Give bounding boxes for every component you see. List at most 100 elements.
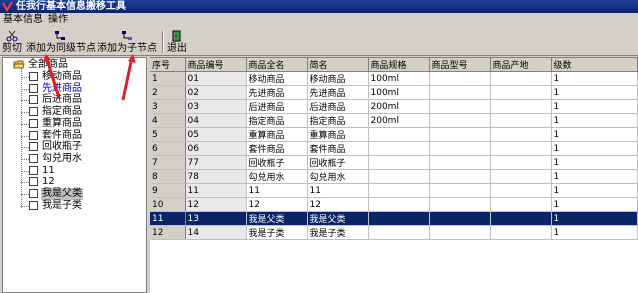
table-cell[interactable]: 后进商品 xyxy=(246,99,308,114)
table-cell[interactable] xyxy=(490,127,552,142)
table-cell[interactable] xyxy=(429,127,491,142)
table-cell[interactable] xyxy=(368,183,430,198)
table-cell[interactable]: 01 xyxy=(185,71,247,86)
table-cell[interactable] xyxy=(368,211,430,226)
table-cell[interactable]: 1 xyxy=(551,71,638,86)
table-cell[interactable]: 套件商品 xyxy=(307,141,369,156)
table-cell[interactable] xyxy=(429,99,491,114)
row-number-cell[interactable]: 7 xyxy=(150,155,186,170)
table-cell[interactable]: 200ml xyxy=(368,99,430,114)
row-number-cell[interactable]: 4 xyxy=(150,113,186,128)
table-cell[interactable] xyxy=(429,113,491,128)
table-cell[interactable]: 03 xyxy=(185,99,247,114)
table-cell[interactable] xyxy=(490,113,552,128)
table-cell[interactable] xyxy=(429,197,491,212)
row-number-cell[interactable]: 5 xyxy=(150,127,186,142)
table-cell[interactable]: 回收瓶子 xyxy=(307,155,369,170)
table-cell[interactable]: 14 xyxy=(185,225,247,240)
table-cell[interactable] xyxy=(490,197,552,212)
table-cell[interactable]: 回收瓶子 xyxy=(246,155,308,170)
table-cell[interactable] xyxy=(490,211,552,226)
table-cell[interactable]: 02 xyxy=(185,85,247,100)
row-number-cell[interactable]: 2 xyxy=(150,85,186,100)
column-header[interactable]: 商品规格 xyxy=(368,58,430,72)
table-cell[interactable] xyxy=(429,169,491,184)
table-row[interactable]: 10 12 12 12 1 xyxy=(150,197,638,212)
table-cell[interactable] xyxy=(429,155,491,170)
table-cell[interactable] xyxy=(490,169,552,184)
table-cell[interactable] xyxy=(429,85,491,100)
table-row[interactable]: 1 01 移动商品 移动商品 100ml 1 xyxy=(150,71,638,86)
table-cell[interactable] xyxy=(368,197,430,212)
table-cell[interactable]: 04 xyxy=(185,113,247,128)
table-cell[interactable]: 06 xyxy=(185,141,247,156)
table-cell[interactable] xyxy=(429,141,491,156)
table-row[interactable]: 12 14 我是子类 我是子类 1 xyxy=(150,225,638,240)
table-row[interactable]: 11 13 我是父类 我是父类 1 xyxy=(150,211,638,226)
table-cell[interactable] xyxy=(490,99,552,114)
table-cell[interactable] xyxy=(429,71,491,86)
table-cell[interactable] xyxy=(490,155,552,170)
table-cell[interactable] xyxy=(490,85,552,100)
row-number-cell[interactable]: 10 xyxy=(150,197,186,212)
row-number-cell[interactable]: 9 xyxy=(150,183,186,198)
table-cell[interactable]: 勾兑用水 xyxy=(246,169,308,184)
menu-basic-info[interactable]: 基本信息 xyxy=(3,13,43,27)
table-cell[interactable]: 先进商品 xyxy=(307,85,369,100)
table-cell[interactable]: 1 xyxy=(551,99,638,114)
table-cell[interactable]: 1 xyxy=(551,183,638,198)
table-cell[interactable]: 我是父类 xyxy=(307,211,369,226)
row-number-cell[interactable]: 8 xyxy=(150,169,186,184)
row-number-cell[interactable]: 6 xyxy=(150,141,186,156)
table-cell[interactable]: 1 xyxy=(551,85,638,100)
table-cell[interactable]: 勾兑用水 xyxy=(307,169,369,184)
table-row[interactable]: 6 06 套件商品 套件商品 1 xyxy=(150,141,638,156)
table-cell[interactable]: 1 xyxy=(551,225,638,240)
table-cell[interactable] xyxy=(490,183,552,198)
column-header[interactable]: 简名 xyxy=(307,58,369,72)
table-cell[interactable]: 100ml xyxy=(368,85,430,100)
table-cell[interactable]: 1 xyxy=(551,197,638,212)
table-cell[interactable]: 移动商品 xyxy=(246,71,308,86)
table-cell[interactable]: 1 xyxy=(551,169,638,184)
row-number-cell[interactable]: 11 xyxy=(150,211,186,226)
table-cell[interactable] xyxy=(368,155,430,170)
add-child-node-button[interactable]: 添加为子节点 xyxy=(96,29,158,54)
row-number-cell[interactable]: 12 xyxy=(150,225,186,240)
table-cell[interactable]: 重算商品 xyxy=(246,127,308,142)
table-cell[interactable]: 1 xyxy=(551,155,638,170)
table-cell[interactable]: 先进商品 xyxy=(246,85,308,100)
table-cell[interactable]: 12 xyxy=(307,197,369,212)
table-cell[interactable] xyxy=(490,71,552,86)
product-grid[interactable]: 序号 商品编号 商品全名 简名 商品规格 商品型号 商品产地 级数 1 01 移动商品 移动商品 10… xyxy=(150,57,638,293)
table-cell[interactable] xyxy=(429,183,491,198)
exit-button[interactable]: 退出 xyxy=(165,29,189,54)
table-cell[interactable] xyxy=(368,169,430,184)
table-cell[interactable]: 指定商品 xyxy=(307,113,369,128)
table-cell[interactable]: 11 xyxy=(185,183,247,198)
table-row[interactable]: 3 03 后进商品 后进商品 200ml 1 xyxy=(150,99,638,114)
cut-button[interactable]: 剪切 xyxy=(0,29,24,54)
table-cell[interactable]: 1 xyxy=(551,113,638,128)
column-header[interactable]: 商品型号 xyxy=(429,58,491,72)
table-row[interactable]: 7 77 回收瓶子 回收瓶子 1 xyxy=(150,155,638,170)
table-cell[interactable]: 11 xyxy=(246,183,308,198)
table-cell[interactable] xyxy=(490,141,552,156)
table-cell[interactable] xyxy=(490,225,552,240)
table-cell[interactable]: 100ml xyxy=(368,71,430,86)
table-cell[interactable] xyxy=(368,225,430,240)
table-cell[interactable]: 12 xyxy=(185,197,247,212)
add-sibling-node-button[interactable]: 添加为同级节点 xyxy=(26,29,96,54)
table-row[interactable]: 4 04 指定商品 指定商品 200ml 1 xyxy=(150,113,638,128)
table-cell[interactable]: 11 xyxy=(307,183,369,198)
table-cell[interactable]: 13 xyxy=(185,211,247,226)
table-cell[interactable]: 重算商品 xyxy=(307,127,369,142)
table-cell[interactable]: 移动商品 xyxy=(307,71,369,86)
column-header[interactable]: 序号 xyxy=(150,58,186,72)
table-cell[interactable]: 我是子类 xyxy=(246,225,308,240)
row-number-cell[interactable]: 1 xyxy=(150,71,186,86)
table-row[interactable]: 5 05 重算商品 重算商品 1 xyxy=(150,127,638,142)
table-cell[interactable]: 我是子类 xyxy=(307,225,369,240)
table-cell[interactable] xyxy=(429,225,491,240)
table-cell[interactable]: 我是父类 xyxy=(246,211,308,226)
